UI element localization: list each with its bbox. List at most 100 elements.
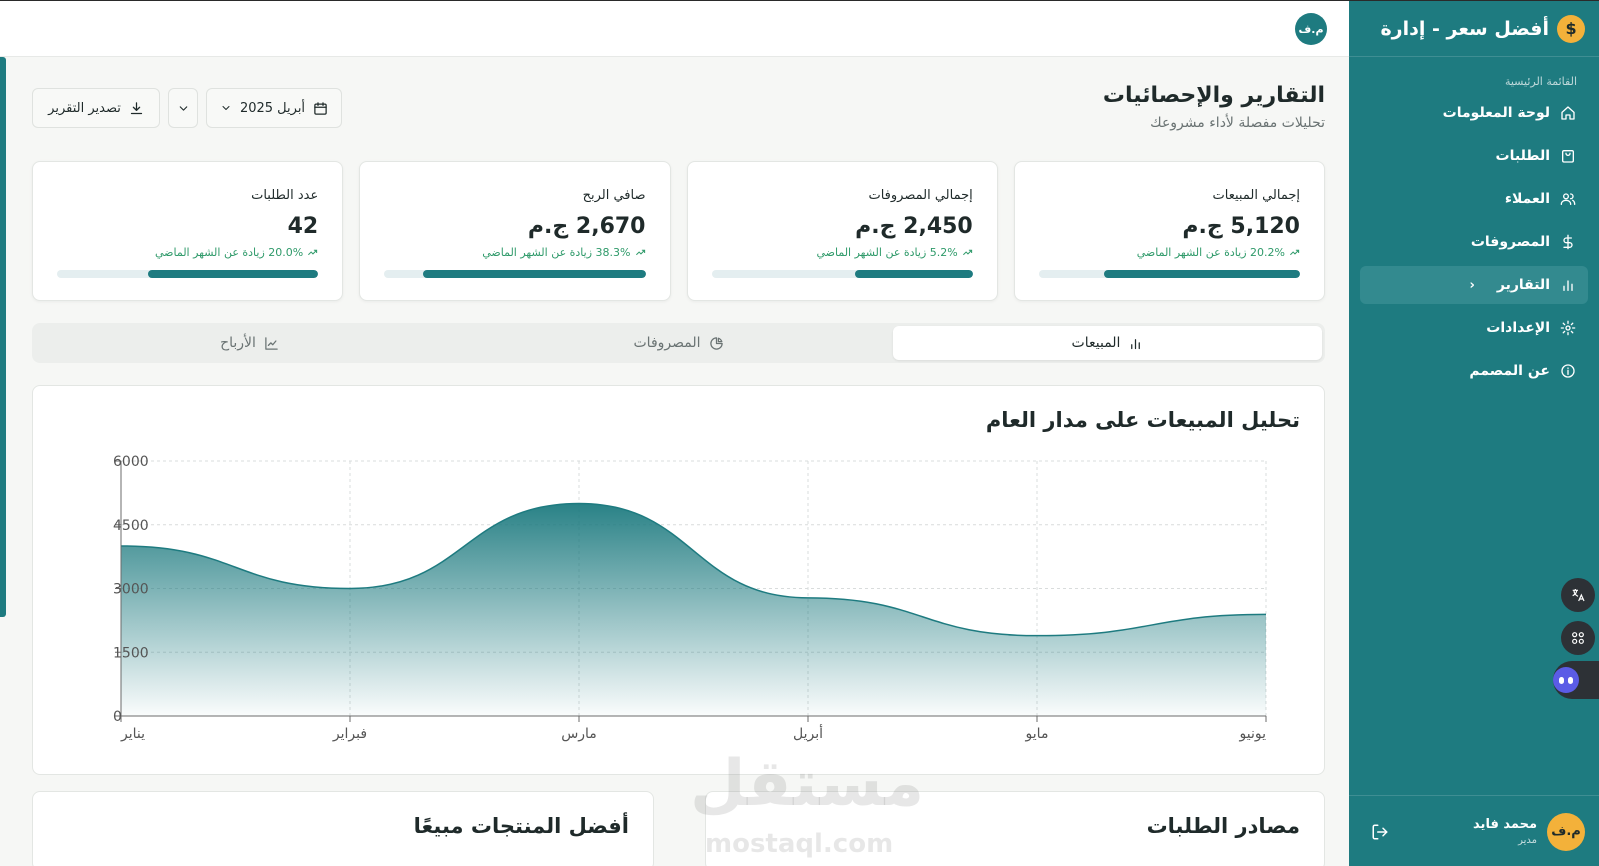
dollar-coin-icon: $ [1557, 14, 1585, 43]
stat-label: إجمالي المصروفات [868, 188, 973, 203]
line-chart-icon [265, 336, 278, 350]
sales-area-chart[interactable]: 01500300045006000يناير فبراير مارس أبريل ماي… [33, 446, 1295, 776]
top-products-card: أفضل المنتجات مبيعًا [32, 791, 654, 866]
stat-trend: 20.0% زيادة عن الشهر الماضي [155, 246, 318, 259]
progress-bar [57, 270, 319, 278]
export-report-button[interactable]: تصدير التقرير [32, 88, 160, 128]
calendar-icon [314, 101, 327, 115]
trend-text: 38.3% زيادة عن الشهر الماضي [482, 246, 631, 259]
sidebar-item-label: عن المصمم [1469, 363, 1550, 379]
gear-icon [1560, 320, 1576, 336]
stat-trend: 38.3% زيادة عن الشهر الماضي [482, 246, 645, 259]
stat-label: إجمالي المبيعات [1212, 188, 1300, 203]
tab-sales[interactable]: المبيعات [893, 326, 1322, 360]
bar-chart-icon [1560, 277, 1576, 293]
y-tick-label: 4500 [113, 518, 149, 534]
tab-label: الأرباح [220, 335, 256, 351]
sidebar-item-label: العملاء [1504, 191, 1550, 207]
progress-bar [384, 270, 646, 278]
trending-up-icon [1290, 249, 1300, 256]
sales-area-fill [121, 503, 1266, 716]
x-tick-label: يونيو [1239, 726, 1267, 742]
trending-up-icon [635, 249, 645, 256]
stat-card-expenses: إجمالي المصروفات 2,450 ج.م 5.2% زيادة عن… [686, 161, 998, 301]
page-subtitle: تحليلات مفصلة لأداء مشروعك [1150, 115, 1325, 131]
progress-fill [1104, 270, 1300, 278]
trending-up-icon [308, 249, 318, 256]
user-name: محمد فايد [1473, 817, 1537, 832]
chat-bot-button[interactable] [1553, 661, 1599, 699]
user-role: مدير [1518, 835, 1537, 846]
stat-value: 5,120 ج.م [1182, 214, 1300, 239]
progress-bar [1038, 270, 1300, 278]
dollar-icon [1560, 234, 1576, 250]
card-title: أفضل المنتجات مبيعًا [413, 814, 629, 838]
options-dropdown-button[interactable] [168, 88, 198, 128]
users-icon [1560, 191, 1576, 207]
stat-value: 42 [287, 214, 319, 239]
tab-label: المصروفات [633, 335, 701, 351]
sidebar-item-label: التقارير [1496, 277, 1550, 293]
chevron-down-icon [222, 106, 230, 110]
tab-label: المبيعات [1071, 335, 1121, 351]
stat-value: 2,670 ج.م [527, 214, 646, 239]
sidebar-item-settings[interactable]: الإعدادات [1360, 309, 1588, 347]
avatar[interactable]: م.ف [1295, 13, 1327, 45]
user-info: محمد فايد مدير [1473, 817, 1537, 846]
stat-card-orders: عدد الطلبات 42 20.0% زيادة عن الشهر الما… [32, 161, 344, 301]
sidebar-item-customers[interactable]: العملاء [1360, 180, 1588, 218]
sidebar-item-label: الإعدادات [1486, 320, 1550, 336]
topbar: م.ف [0, 1, 1349, 57]
x-tick-label: مارس [561, 726, 597, 742]
info-icon [1560, 363, 1576, 379]
download-icon [130, 101, 142, 114]
chevron-down-icon [179, 105, 187, 111]
stat-card-profit: صافي الربح 2,670 ج.م 38.3% زيادة عن الشه… [359, 161, 671, 301]
sidebar-item-expenses[interactable]: المصروفات [1360, 223, 1588, 261]
y-tick-label: 6000 [113, 454, 149, 470]
brand[interactable]: $ أفضل سعر - إدارة [1349, 1, 1599, 57]
progress-fill [423, 270, 646, 278]
x-tick-label: يناير [120, 726, 145, 742]
y-tick-label: 1500 [113, 645, 149, 661]
user-panel: م.ف محمد فايد مدير [1349, 795, 1599, 866]
sidebar: $ أفضل سعر - إدارة القائمة الرئيسية لوحة… [1349, 1, 1599, 866]
y-tick-label: 3000 [113, 582, 149, 598]
stat-trend: 20.2% زيادة عن الشهر الماضي [1137, 246, 1300, 259]
period-label: أبريل 2025 [239, 100, 306, 116]
sidebar-item-about[interactable]: عن المصمم [1360, 352, 1588, 390]
shopping-bag-icon [1560, 148, 1576, 164]
stat-value: 2,450 ج.م [855, 214, 973, 239]
bot-icon [1553, 667, 1579, 693]
progress-fill [855, 270, 973, 278]
x-tick-label: فبراير [332, 726, 367, 742]
chart-title: تحليل المبيعات على مدار العام [985, 408, 1300, 432]
stat-label: عدد الطلبات [251, 188, 319, 203]
home-icon [1560, 105, 1576, 121]
period-select[interactable]: أبريل 2025 [206, 88, 342, 128]
brand-title: أفضل سعر - إدارة [1380, 17, 1549, 40]
tab-expenses[interactable]: المصروفات [464, 326, 893, 360]
apps-grid-icon[interactable] [1561, 621, 1595, 655]
stat-cards: إجمالي المبيعات 5,120 ج.م 20.2% زيادة عن… [32, 161, 1325, 301]
sidebar-section-label: القائمة الرئيسية [1504, 75, 1577, 88]
trend-text: 20.2% زيادة عن الشهر الماضي [1136, 246, 1285, 259]
logout-icon[interactable] [1371, 823, 1389, 841]
export-label: تصدير التقرير [48, 100, 121, 116]
report-tabs: المبيعات المصروفات الأرباح [32, 323, 1325, 363]
chevron-left-icon: ‹ [1469, 277, 1475, 293]
trending-up-icon [962, 249, 972, 256]
sidebar-item-orders[interactable]: الطلبات [1360, 137, 1588, 175]
translate-icon[interactable] [1561, 578, 1595, 612]
progress-bar [711, 270, 973, 278]
bar-chart-icon [1131, 338, 1141, 349]
sales-chart-card: تحليل المبيعات على مدار العام 0 1500 3000 4… [32, 385, 1325, 775]
stat-trend: 5.2% زيادة عن الشهر الماضي [816, 246, 972, 259]
avatar[interactable]: م.ف [1547, 812, 1585, 851]
sidebar-nav: لوحة المعلومات الطلبات العملاء المصروفات… [1349, 94, 1599, 390]
progress-fill [148, 270, 319, 278]
watermark-sub: mostaql.com [705, 829, 894, 859]
sidebar-item-reports[interactable]: التقارير ‹ [1360, 266, 1588, 304]
tab-profits[interactable]: الأرباح [35, 326, 464, 360]
sidebar-item-dashboard[interactable]: لوحة المعلومات [1360, 94, 1588, 132]
